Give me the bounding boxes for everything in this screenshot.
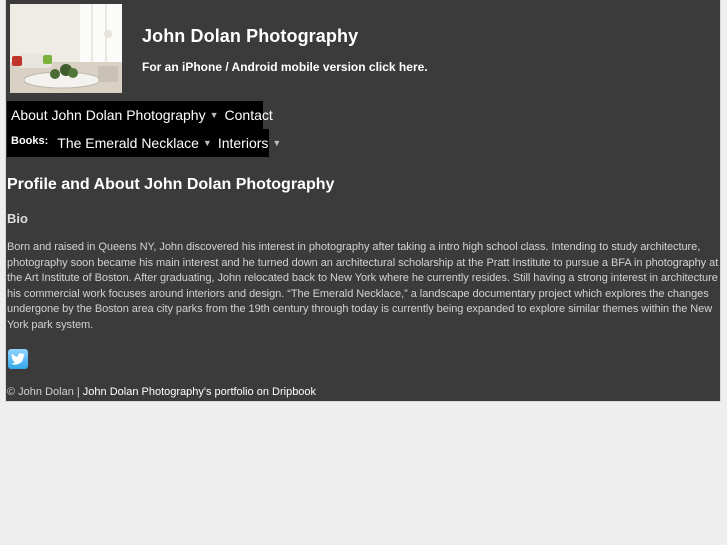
twitter-button[interactable] <box>8 349 28 369</box>
copyright-text: © John Dolan <box>7 386 74 398</box>
page-title: Profile and About John Dolan Photography <box>7 176 335 193</box>
bio-paragraph: Born and raised in Queens NY, John disco… <box>7 241 719 331</box>
nav-item-emerald-necklace-label: The Emerald Necklace <box>57 135 199 151</box>
footer-separator: | <box>76 386 80 398</box>
nav-item-emerald-necklace[interactable]: The Emerald Necklace ▼ <box>57 135 218 151</box>
interior-photo-image <box>10 4 122 93</box>
dropdown-caret-icon: ▼ <box>209 110 219 120</box>
main-nav: About John Dolan Photography ▼ Contact <box>7 101 273 129</box>
dropdown-caret-icon: ▼ <box>202 138 212 148</box>
page-container: John Dolan Photography For an iPhone / A… <box>5 0 721 402</box>
dropdown-caret-icon: ▼ <box>272 138 282 148</box>
nav-item-about-label: About John Dolan Photography <box>11 107 206 123</box>
nav-item-interiors-label: Interiors <box>217 135 269 151</box>
twitter-bird-icon <box>11 353 25 365</box>
nav-item-contact-label: Contact <box>224 107 273 123</box>
mobile-version-link[interactable]: For an iPhone / Android mobile version c… <box>142 60 428 74</box>
footer: © John Dolan | John Dolan Photography's … <box>7 386 316 398</box>
books-nav: Books: The Emerald Necklace ▼ Interiors … <box>7 129 281 157</box>
logo-photo[interactable] <box>10 4 122 93</box>
nav-item-contact[interactable]: Contact <box>225 107 273 123</box>
nav-item-interiors[interactable]: Interiors ▼ <box>218 135 282 151</box>
bio-heading: Bio <box>7 211 28 226</box>
books-label: Books: <box>11 135 49 147</box>
site-title[interactable]: John Dolan Photography <box>142 26 358 47</box>
nav-item-about[interactable]: About John Dolan Photography ▼ <box>11 107 225 123</box>
dripbook-portfolio-link[interactable]: John Dolan Photography's portfolio on Dr… <box>83 386 316 398</box>
